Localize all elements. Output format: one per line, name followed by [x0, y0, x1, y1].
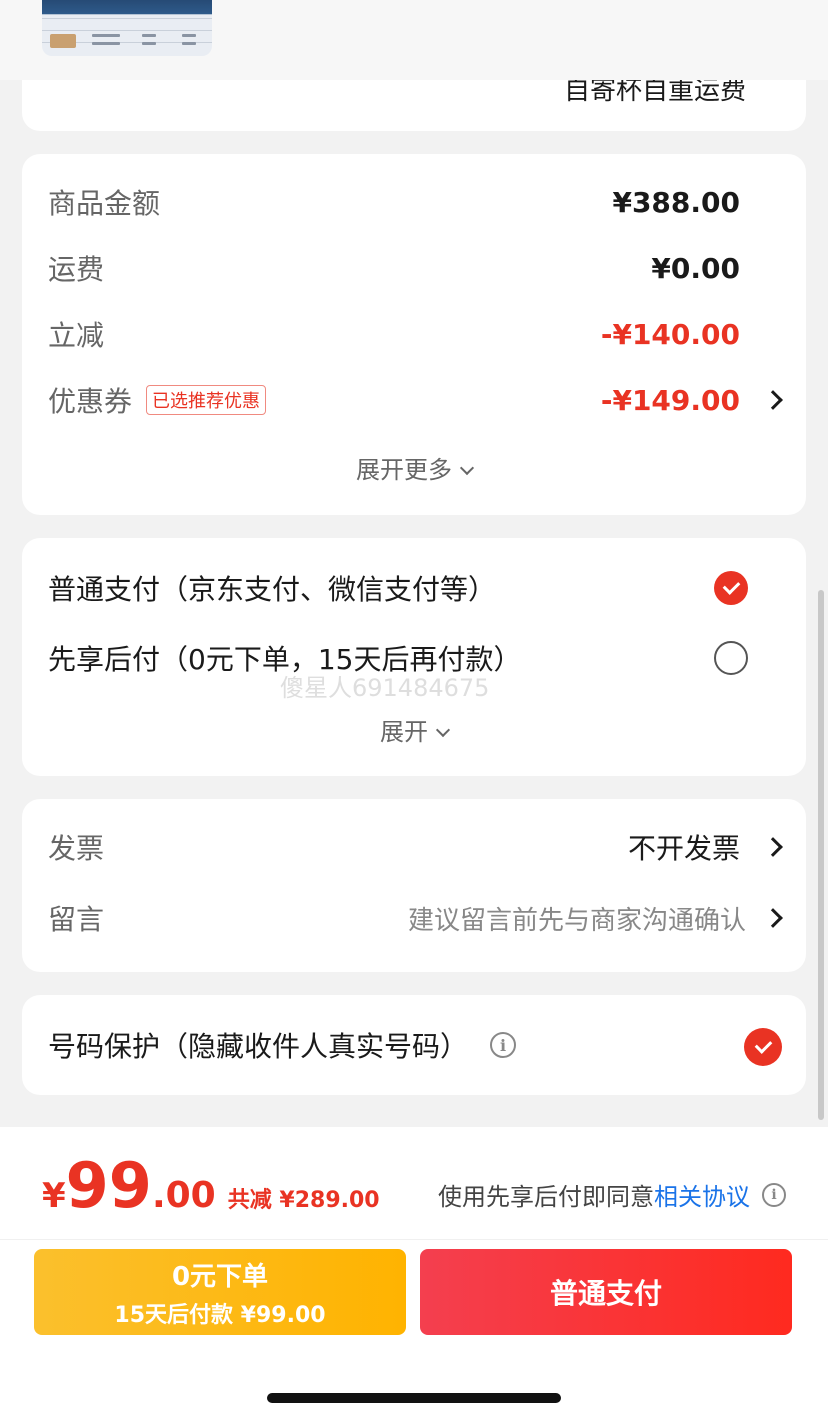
chevron-right-icon [763, 908, 783, 928]
product-thumbnail[interactable] [42, 0, 212, 56]
goods-amount-value: ¥388.00 [612, 185, 740, 219]
scrollbar[interactable] [818, 590, 824, 1120]
shipping-fee-row: 运费 ¥0.00 [48, 248, 780, 288]
watermark: 傻星人691484675 [280, 674, 490, 702]
radio-unchecked-icon[interactable] [714, 641, 748, 675]
payment-option-normal[interactable]: 普通支付（京东支付、微信支付等） [48, 568, 780, 608]
recommended-coupon-badge: 已选推荐优惠 [146, 385, 267, 415]
message-label: 留言 [48, 903, 105, 936]
invoice-row[interactable]: 发票 不开发票 [48, 827, 783, 867]
price-summary-card: 商品金额 ¥388.00 运费 ¥0.00 立减 -¥140.00 优惠券 已选… [22, 154, 806, 515]
home-indicator[interactable] [267, 1393, 561, 1403]
agreement-link[interactable]: 相关协议 [654, 1177, 750, 1212]
chevron-right-icon [763, 837, 783, 857]
normal-pay-button[interactable]: 普通支付 [420, 1249, 792, 1335]
number-protection-label: 号码保护（隐藏收件人真实号码） [48, 1030, 469, 1063]
radio-checked-icon[interactable] [714, 571, 748, 605]
pay-later-button[interactable]: 0元下单 15天后付款 ¥99.00 [34, 1249, 406, 1335]
total-saved: 共减 ¥289.00 [227, 1188, 380, 1213]
invoice-value: 不开发票 [627, 832, 740, 865]
number-protection-card: 号码保护（隐藏收件人真实号码） i [22, 995, 806, 1095]
total-integer: 99 [65, 1149, 152, 1222]
chevron-down-icon [435, 722, 451, 738]
total-price: ¥ 99 .00 共减 ¥289.00 [42, 1149, 380, 1222]
goods-amount-label: 商品金额 [48, 187, 161, 220]
instant-discount-value: -¥140.00 [600, 317, 740, 351]
total-decimal: .00 [151, 1175, 216, 1216]
coupon-row[interactable]: 优惠券 已选推荐优惠 -¥149.00 [48, 380, 783, 420]
chevron-right-icon [763, 390, 783, 410]
expand-more-button[interactable]: 展开更多 [22, 450, 806, 485]
pay-later-line2: 15天后付款 ¥99.00 [114, 1302, 326, 1328]
chevron-down-icon [459, 460, 475, 476]
instant-discount-row: 立减 -¥140.00 [48, 314, 780, 354]
pay-later-line1: 0元下单 [171, 1261, 269, 1292]
info-icon[interactable]: i [490, 1032, 517, 1058]
agreement-prefix: 使用先享后付即同意 [438, 1183, 654, 1211]
shipping-fee-label: 运费 [48, 253, 105, 286]
checkout-bar: ¥ 99 .00 共减 ¥289.00 使用先享后付即同意 相关协议 i 0元下… [0, 1127, 828, 1420]
goods-amount-row: 商品金额 ¥388.00 [48, 182, 780, 222]
invoice-card: 发票 不开发票 留言 建议留言前先与商家沟通确认 [22, 799, 806, 972]
number-protection-row[interactable]: 号码保护（隐藏收件人真实号码） i [48, 1025, 782, 1066]
normal-pay-label: 普通支付 [549, 1277, 662, 1310]
info-icon[interactable]: i [762, 1182, 786, 1207]
shipping-fee-value: ¥0.00 [651, 251, 740, 285]
expand-payment-button[interactable]: 展开 [22, 712, 806, 747]
divider [0, 1239, 828, 1240]
coupon-value: -¥149.00 [600, 383, 740, 417]
message-placeholder: 建议留言前先与商家沟通确认 [407, 905, 746, 936]
expand-payment-label: 展开 [380, 718, 428, 746]
expand-more-label: 展开更多 [356, 456, 452, 484]
payment-option-normal-label: 普通支付（京东支付、微信支付等） [48, 573, 497, 606]
order-header [0, 0, 828, 80]
currency-symbol: ¥ [42, 1176, 66, 1216]
coupon-label: 优惠券 [48, 385, 133, 418]
agreement-text: 使用先享后付即同意 相关协议 i [438, 1177, 786, 1212]
payment-method-card: 普通支付（京东支付、微信支付等） 先享后付（0元下单，15天后再付款） 傻星人6… [22, 538, 806, 776]
instant-discount-label: 立减 [48, 319, 105, 352]
message-row[interactable]: 留言 建议留言前先与商家沟通确认 [48, 898, 783, 938]
checkbox-checked-icon[interactable] [744, 1028, 782, 1066]
invoice-label: 发票 [48, 832, 105, 865]
